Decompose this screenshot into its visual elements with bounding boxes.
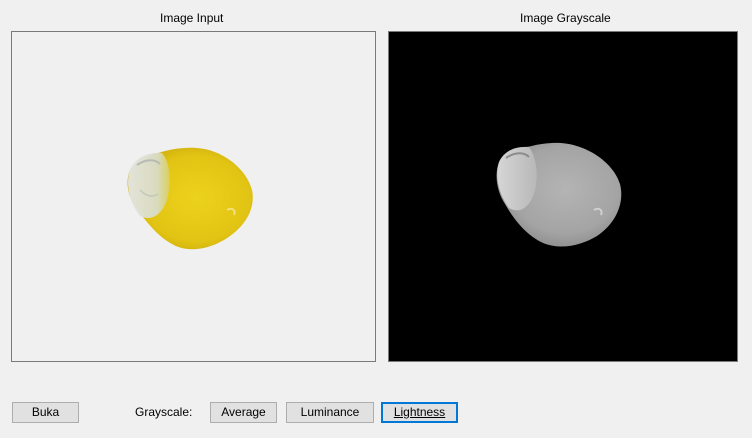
grayscale-label: Grayscale: — [135, 405, 193, 419]
corn-kernel-color-image — [127, 147, 253, 250]
lightness-button[interactable]: Lightness — [381, 402, 458, 423]
image-grayscale-box — [388, 31, 738, 362]
image-input-box — [11, 31, 376, 362]
corn-kernel-grayscale-image — [496, 142, 622, 247]
open-button[interactable]: Buka — [12, 402, 79, 423]
luminance-button[interactable]: Luminance — [286, 402, 374, 423]
image-grayscale-title: Image Grayscale — [520, 11, 611, 25]
image-input-title: Image Input — [160, 11, 224, 25]
average-button[interactable]: Average — [210, 402, 277, 423]
lightness-button-label: Lightness — [393, 405, 446, 419]
